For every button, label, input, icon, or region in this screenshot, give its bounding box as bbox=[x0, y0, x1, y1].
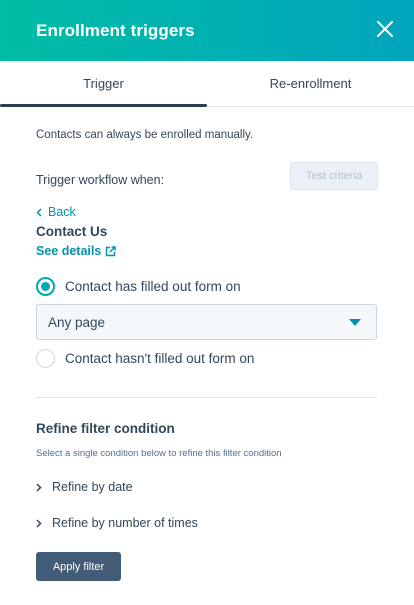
panel-header: Enrollment triggers bbox=[0, 0, 414, 61]
tab-re-enrollment[interactable]: Re-enrollment bbox=[207, 61, 414, 106]
refine-by-number-label: Refine by number of times bbox=[52, 516, 198, 530]
section-divider bbox=[36, 397, 377, 398]
refine-subtitle: Select a single condition below to refin… bbox=[36, 448, 282, 459]
page-select[interactable]: Any page bbox=[36, 304, 377, 340]
see-details-label: See details bbox=[36, 244, 102, 258]
chevron-left-icon bbox=[36, 207, 42, 217]
refine-by-date-label: Refine by date bbox=[52, 480, 133, 494]
form-name: Contact Us bbox=[36, 224, 108, 239]
radio-button-checked[interactable] bbox=[36, 277, 55, 296]
back-link-label: Back bbox=[48, 205, 76, 219]
refine-by-number-of-times[interactable]: Refine by number of times bbox=[36, 516, 198, 530]
radio-button-unchecked[interactable] bbox=[36, 349, 55, 368]
tab-re-enrollment-label: Re-enrollment bbox=[269, 76, 352, 91]
radio-not-filled-out[interactable]: Contact hasn't filled out form on bbox=[36, 349, 254, 368]
chevron-right-icon bbox=[36, 518, 42, 528]
panel-title: Enrollment triggers bbox=[36, 20, 195, 40]
radio-filled-out-label: Contact has filled out form on bbox=[65, 279, 241, 294]
external-link-icon bbox=[106, 245, 117, 256]
close-icon bbox=[377, 21, 393, 37]
radio-filled-out[interactable]: Contact has filled out form on bbox=[36, 277, 241, 296]
test-criteria-button[interactable]: Test criteria bbox=[290, 162, 378, 190]
trigger-workflow-label: Trigger workflow when: bbox=[36, 173, 165, 187]
radio-not-filled-out-label: Contact hasn't filled out form on bbox=[65, 351, 255, 366]
caret-down-icon bbox=[349, 319, 361, 326]
tab-bar: Trigger Re-enrollment bbox=[0, 61, 414, 107]
tab-trigger-label: Trigger bbox=[83, 76, 124, 91]
apply-filter-button[interactable]: Apply filter bbox=[36, 552, 121, 581]
refine-by-date[interactable]: Refine by date bbox=[36, 480, 133, 494]
see-details-link[interactable]: See details bbox=[36, 244, 117, 258]
chevron-right-icon bbox=[36, 482, 42, 492]
refine-title: Refine filter condition bbox=[36, 421, 175, 436]
back-link[interactable]: Back bbox=[36, 205, 76, 219]
manual-enroll-note: Contacts can always be enrolled manually… bbox=[36, 129, 254, 141]
close-button[interactable] bbox=[374, 18, 396, 40]
page-select-value: Any page bbox=[48, 314, 106, 330]
tab-trigger[interactable]: Trigger bbox=[0, 61, 207, 107]
